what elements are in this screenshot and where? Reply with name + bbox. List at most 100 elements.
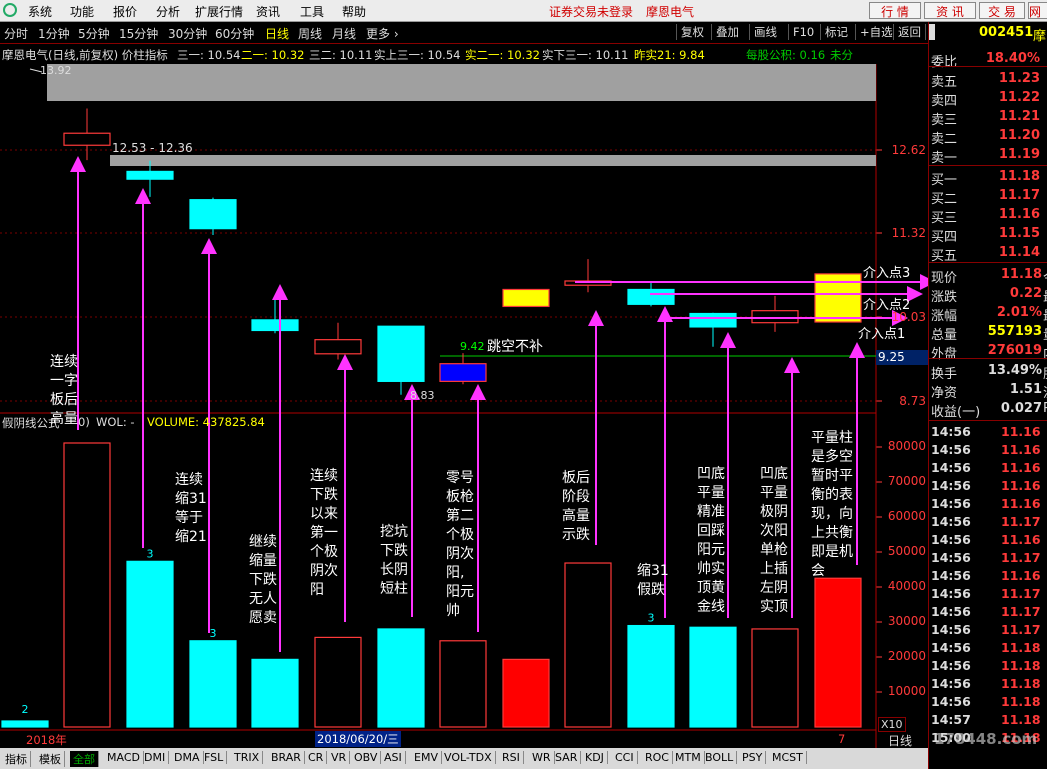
- indicator-tab-sar[interactable]: SAR: [552, 751, 582, 764]
- indicator-tab-指标[interactable]: 指标: [2, 751, 31, 767]
- tick-time: 14:56: [931, 496, 971, 511]
- x10-label[interactable]: X10: [878, 717, 906, 732]
- indicator-tab-fsl[interactable]: FSL: [201, 751, 228, 764]
- volume-bar[interactable]: [814, 577, 862, 728]
- indicator-tab-rsi[interactable]: RSI: [499, 751, 524, 764]
- price-tick: 8.73: [899, 394, 926, 408]
- low-label: 8.83: [410, 389, 435, 402]
- indicator-tab-dmi[interactable]: DMI: [141, 751, 170, 764]
- volume-header: 假阴线公式 0) WOL: - VOLUME: 437825.84: [2, 415, 265, 430]
- volume-bar[interactable]: [502, 658, 550, 728]
- annotation-5: 挖坑 下跌 长阴 短柱: [380, 524, 408, 597]
- volume-bar[interactable]: [689, 626, 737, 728]
- stat-suffix: 量: [1043, 324, 1047, 343]
- panel-collapse-handle[interactable]: [929, 24, 935, 40]
- tick-row: 14:56 11.17: [931, 514, 1047, 532]
- watermark: 178448.com: [934, 730, 1038, 748]
- quote-value: 11.23: [998, 71, 1040, 86]
- indicator-tab-cci[interactable]: CCI: [612, 751, 638, 764]
- candle-body[interactable]: [689, 312, 737, 328]
- quote-label: 买一: [931, 173, 958, 188]
- trade-button[interactable]: 交 易: [979, 2, 1025, 19]
- candle-body[interactable]: [63, 132, 111, 146]
- indicator-tab-wr[interactable]: WR: [529, 751, 555, 764]
- stat-suffix: 今: [1043, 267, 1047, 286]
- volume-bar[interactable]: [751, 628, 799, 728]
- volume-bar[interactable]: [314, 636, 362, 728]
- volume-bar[interactable]: [627, 624, 675, 728]
- quote-label: 买二: [931, 192, 958, 207]
- volume-bar[interactable]: [564, 562, 612, 728]
- tick-price: 11.16: [1001, 442, 1041, 457]
- indicator-tab-全部[interactable]: 全部: [70, 751, 99, 767]
- volume-tick: 80000: [887, 439, 926, 453]
- panel-separator: [929, 66, 1047, 67]
- price-tick: 12.62: [891, 143, 926, 157]
- quote-label: 卖四: [931, 94, 958, 109]
- volume-bar[interactable]: [63, 442, 111, 728]
- tick-time: 14:56: [931, 568, 971, 583]
- tick-time: 14:56: [931, 550, 971, 565]
- sell-level-row: 卖一 11.19: [931, 146, 1047, 166]
- indicator-tab-boll[interactable]: BOLL: [702, 751, 738, 764]
- candle-body[interactable]: [751, 310, 799, 324]
- indicator-tab-mcst[interactable]: MCST: [769, 751, 807, 764]
- tick-row: 14:56 11.18: [931, 694, 1047, 712]
- quote-label: 卖五: [931, 75, 958, 90]
- stat-suffix: 最: [1043, 305, 1047, 324]
- tick-row: 14:56 11.16: [931, 460, 1047, 478]
- candle-body[interactable]: [126, 170, 174, 180]
- quote-value: 2.01%: [996, 305, 1042, 320]
- volume-bar[interactable]: [126, 560, 174, 728]
- tick-row: 14:57 11.18: [931, 712, 1047, 730]
- entry-point-3: 介入点3: [863, 266, 911, 281]
- indicator-tab-模板[interactable]: 模板: [36, 751, 65, 767]
- candle-body[interactable]: [189, 199, 237, 230]
- indicator-tab-obv[interactable]: OBV: [351, 751, 382, 764]
- indicator-tab-dma[interactable]: DMA: [171, 751, 204, 764]
- indicator-tab-brar[interactable]: BRAR: [268, 751, 305, 764]
- indicator-tab-cr[interactable]: CR: [305, 751, 328, 764]
- volume-bar[interactable]: [251, 658, 299, 728]
- volume-bar-label: 3: [147, 547, 154, 560]
- indicator-tab-mtm[interactable]: MTM: [672, 751, 705, 764]
- stat-row: 换手 13.49%股: [931, 362, 1047, 382]
- news-button[interactable]: 资 讯: [924, 2, 976, 19]
- indicator-tab-psy[interactable]: PSY: [739, 751, 767, 764]
- volume-bar[interactable]: [377, 628, 425, 728]
- indicator-tab-asi[interactable]: ASI: [381, 751, 406, 764]
- webi-value: 18.40%: [985, 51, 1040, 66]
- annotation-11: 凹底 平量 极阴 次阳 单枪 上插 左阴 实顶: [760, 466, 788, 615]
- stat-row: 收益(一) 0.027 P: [931, 400, 1047, 420]
- candle-body[interactable]: [251, 319, 299, 332]
- quote-label: 现价: [931, 271, 958, 286]
- annotation-9: 缩31 假跌: [637, 563, 669, 598]
- volume-bar[interactable]: [1, 720, 49, 728]
- stat-row: 现价 11.18今: [931, 266, 1047, 286]
- indicator-tab-macd[interactable]: MACD: [104, 751, 144, 764]
- indicator-tab-emv[interactable]: EMV: [411, 751, 442, 764]
- indicator-tab-vol-tdx[interactable]: VOL-TDX: [441, 751, 496, 764]
- tick-price: 11.16: [1001, 568, 1041, 583]
- tick-row: 14:56 11.18: [931, 640, 1047, 658]
- kline-chart[interactable]: 2 3 3 3: [0, 0, 928, 748]
- candle-body[interactable]: [377, 325, 425, 382]
- volume-bar[interactable]: [189, 640, 237, 728]
- candle-body[interactable]: [439, 363, 487, 382]
- candle-body[interactable]: [627, 288, 675, 305]
- stat-row: 涨跌 0.22最: [931, 285, 1047, 305]
- panel-separator: [929, 262, 1047, 263]
- quote-value: 1.51: [1009, 382, 1042, 397]
- indicator-tab-roc[interactable]: ROC: [642, 751, 673, 764]
- top-high-label: 13.92: [40, 64, 72, 77]
- indicator-tab-vr[interactable]: VR: [328, 751, 351, 764]
- tick-row: 14:56 11.16: [931, 496, 1047, 514]
- candle-body[interactable]: [502, 288, 550, 308]
- volume-bar[interactable]: [439, 640, 487, 728]
- candle-body[interactable]: [314, 339, 362, 355]
- price-tick: 11.32: [891, 226, 926, 240]
- indicator-tab-kdj[interactable]: KDJ: [582, 751, 608, 764]
- web-button[interactable]: 网: [1028, 2, 1047, 19]
- stat-row: 总量 557193量: [931, 323, 1047, 343]
- indicator-tab-trix[interactable]: TRIX: [231, 751, 264, 764]
